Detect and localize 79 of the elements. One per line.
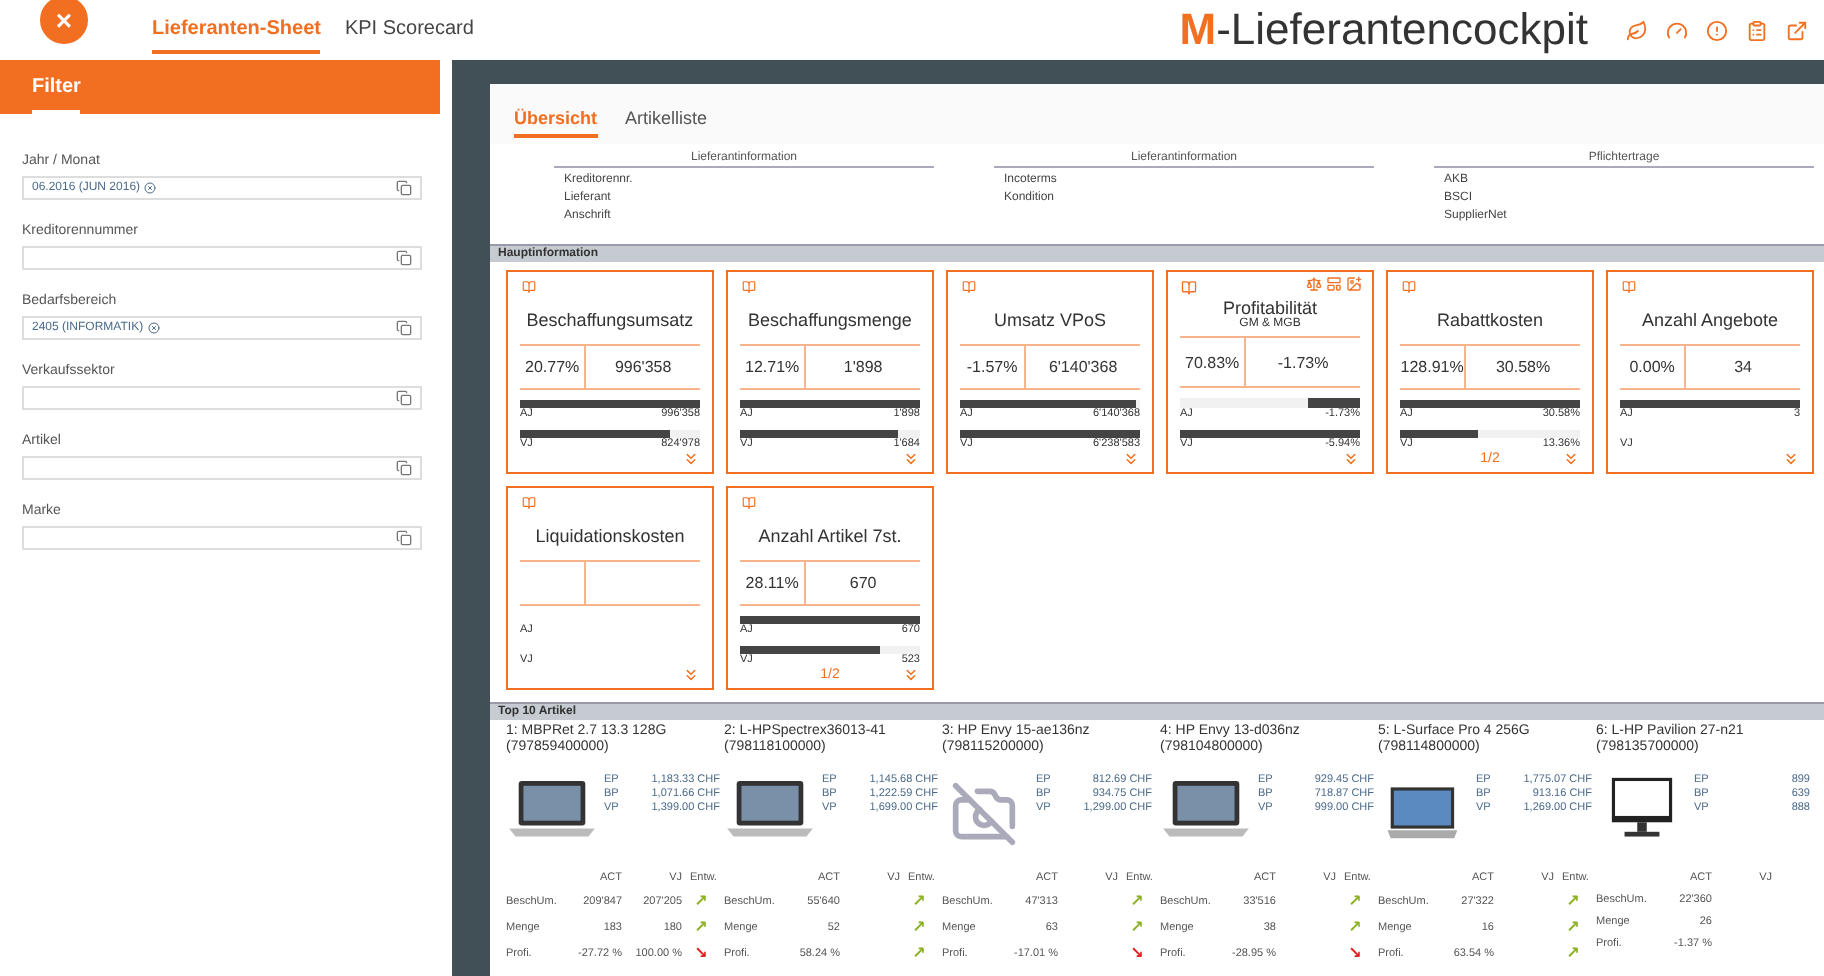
kpi-title: Beschaffungsumsatz: [524, 309, 696, 330]
kpi-title: Umsatz VPoS: [991, 309, 1109, 330]
kpi-title: Profitabilität: [1220, 297, 1320, 318]
trend-arrow: ↗: [910, 920, 928, 936]
trend-arrow: ↗: [1564, 946, 1582, 962]
app-title: -Lieferantencockpit: [1216, 4, 1588, 56]
kpi-value: -1.73%: [1277, 353, 1329, 372]
copy-icon: [396, 530, 412, 546]
kpi-percent: 0.00%: [1629, 358, 1675, 377]
kpi-percent: 28.11%: [745, 574, 799, 593]
chevrons-down-icon: [902, 450, 920, 468]
camera-off-icon: [950, 780, 1018, 848]
filter-field[interactable]: [22, 526, 422, 550]
book-icon: [1180, 280, 1198, 296]
chevrons-down-icon: [682, 450, 700, 468]
copy-icon: [396, 250, 412, 266]
copy-icon: [396, 460, 412, 476]
book-icon: [1400, 280, 1418, 294]
kpi-percent: 20.77%: [525, 358, 580, 377]
book-icon: [520, 280, 538, 294]
trend-arrow: ↘: [692, 946, 710, 962]
kpi-percent: -1.57%: [966, 358, 1018, 377]
book-icon: [740, 496, 758, 510]
trend-arrow: ↗: [1128, 920, 1146, 936]
kpi-value: 996'358: [614, 358, 672, 377]
filter-field[interactable]: [22, 456, 422, 480]
kpi-title: Anzahl Angebote: [1639, 309, 1781, 330]
filter-field[interactable]: [22, 246, 422, 270]
image-plus-icon: [1346, 276, 1362, 292]
trend-arrow: ↗: [910, 946, 928, 962]
chevrons-down-icon: [1562, 450, 1580, 468]
chevrons-down-icon: [1122, 450, 1140, 468]
filter-field[interactable]: [22, 386, 422, 410]
trend-arrow: ↗: [1346, 894, 1364, 910]
trend-arrow: ↗: [910, 894, 928, 910]
chevrons-down-icon: [1782, 450, 1800, 468]
clear-icon: [147, 322, 160, 334]
filter-title: Filter: [32, 76, 81, 114]
kpi-value: 34: [1734, 358, 1753, 377]
kpi-title: Anzahl Artikel 7st.: [756, 525, 904, 546]
trend-arrow: ↗: [692, 920, 710, 936]
trend-arrow: ↘: [1128, 946, 1146, 962]
chevrons-down-icon: [902, 666, 920, 684]
book-icon: [960, 280, 978, 294]
kpi-percent: 70.83%: [1185, 353, 1240, 372]
kpi-percent: 128.91%: [1400, 358, 1464, 377]
kpi-value: 670: [849, 574, 877, 593]
trend-arrow: ↗: [1128, 894, 1146, 910]
kpi-percent: 12.71%: [745, 358, 800, 377]
kpi-title: Liquidationskosten: [533, 525, 687, 546]
kpi-title: Rabattkosten: [1434, 309, 1546, 330]
alert-icon: [1706, 19, 1728, 41]
clipboard-icon: [1746, 19, 1768, 41]
external-link-icon: [1786, 19, 1808, 41]
kpi-value: 6'140'368: [1048, 358, 1118, 377]
chevrons-down-icon: [682, 666, 700, 684]
copy-icon: [396, 390, 412, 406]
book-icon: [1620, 280, 1638, 294]
gauge-icon: [1666, 19, 1688, 41]
nav-tab[interactable]: KPI Scorecard: [344, 6, 474, 54]
logo-mark: M: [1179, 4, 1217, 56]
copy-icon: [396, 320, 412, 336]
trend-arrow: ↗: [1564, 920, 1582, 936]
kpi-value: 1'898: [843, 358, 883, 377]
content-tab[interactable]: Artikelliste: [625, 100, 708, 138]
scale-icon: [1306, 276, 1322, 292]
trend-arrow: ↘: [1346, 946, 1364, 962]
book-icon: [520, 496, 538, 510]
trend-arrow: ↗: [1564, 894, 1582, 910]
trend-arrow: ↗: [1346, 920, 1364, 936]
layout-icon: [1326, 276, 1342, 292]
copy-icon: [396, 180, 412, 196]
clear-icon: [144, 182, 157, 194]
chevrons-down-icon: [1342, 450, 1360, 468]
book-icon: [740, 280, 758, 294]
leaf-icon: [1626, 19, 1648, 41]
kpi-title: Beschaffungsmenge: [746, 309, 914, 330]
kpi-value: 30.58%: [1495, 358, 1551, 377]
trend-arrow: ↗: [692, 894, 710, 910]
